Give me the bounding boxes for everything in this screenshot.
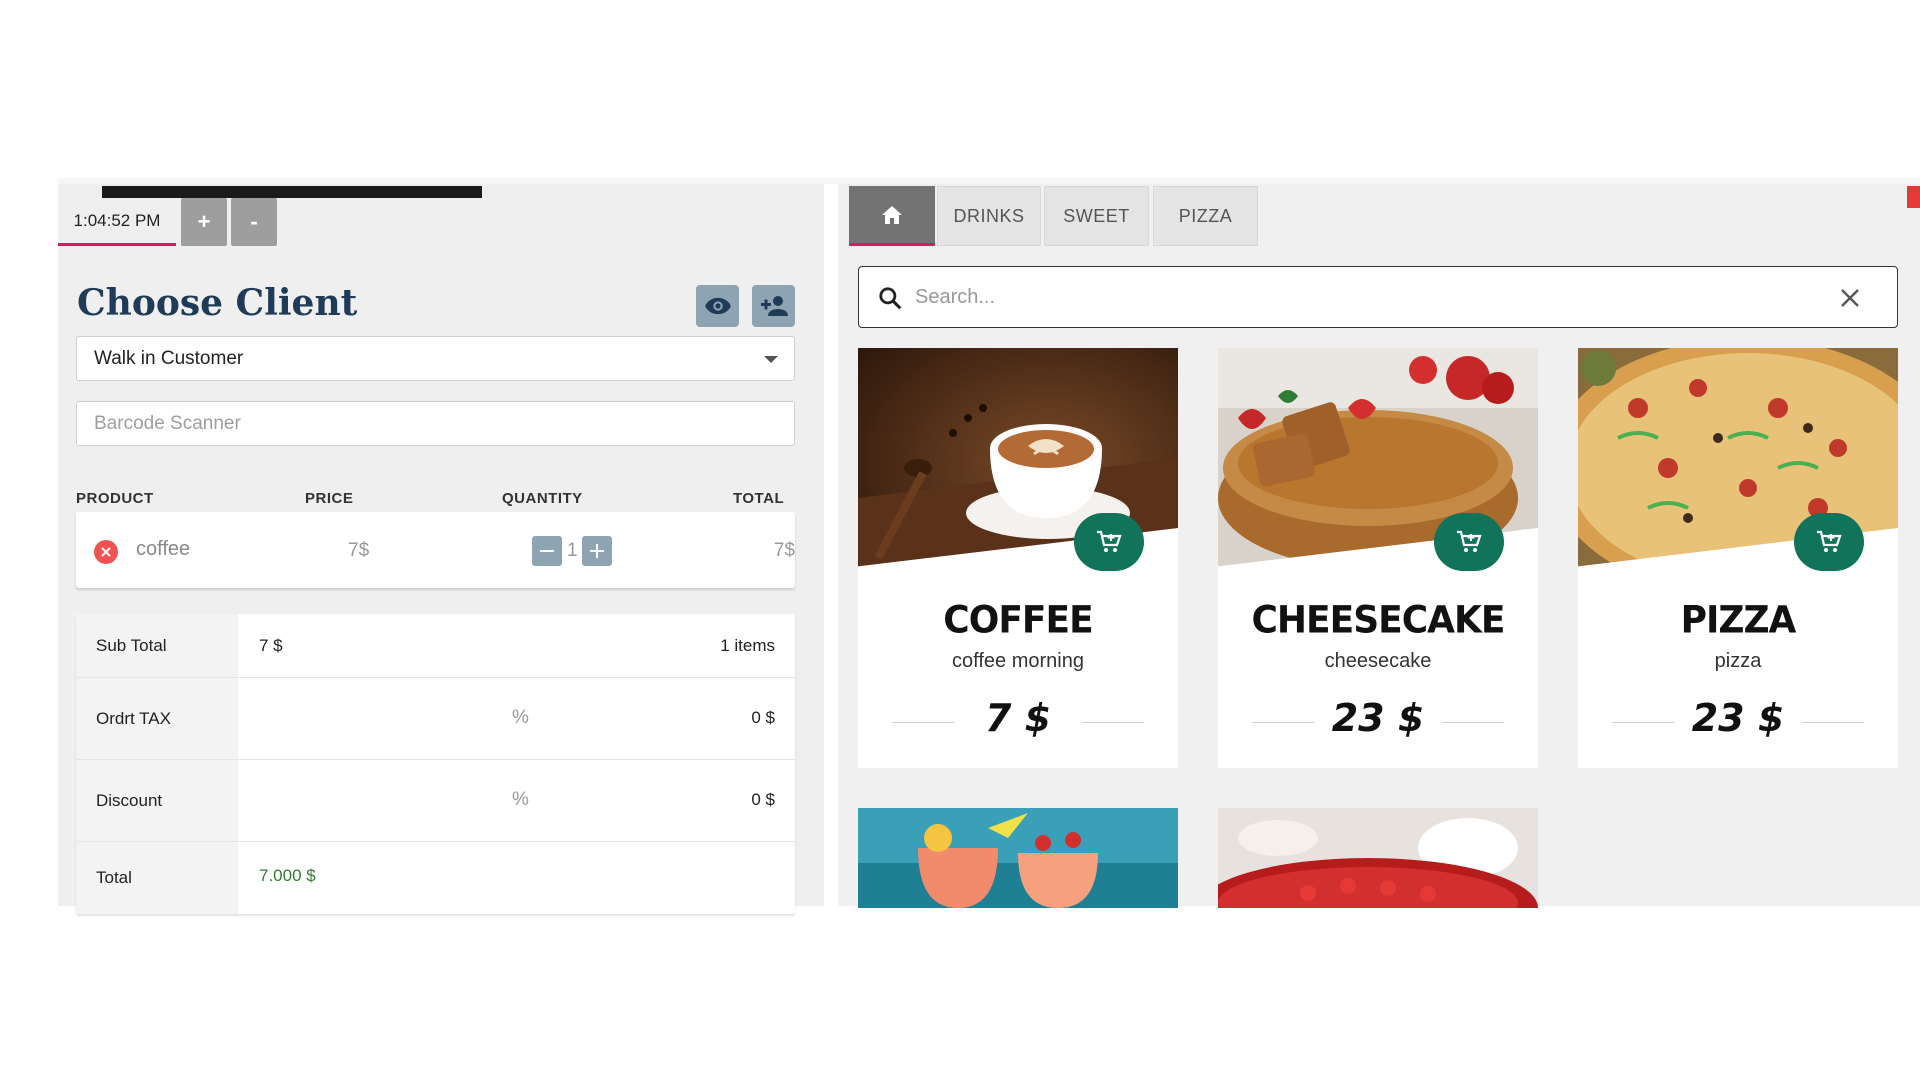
divider-line xyxy=(1442,722,1504,723)
remove-item-button[interactable] xyxy=(94,540,118,564)
page-title: Choose Client xyxy=(77,282,358,324)
item-name: coffee xyxy=(136,538,191,560)
add-to-cart-button[interactable] xyxy=(1074,513,1144,571)
total-row: Total 7.000 $ xyxy=(76,842,795,914)
eye-icon xyxy=(704,297,731,315)
chevron-down-icon xyxy=(764,356,778,363)
product-image-strawberry-cake xyxy=(1218,808,1538,908)
add-to-cart-button[interactable] xyxy=(1794,513,1864,571)
tax-label: Ordrt TAX xyxy=(76,678,238,759)
view-client-button[interactable] xyxy=(696,285,739,327)
cart-add-icon xyxy=(1457,530,1482,552)
clear-search-icon[interactable] xyxy=(1839,287,1861,309)
close-icon xyxy=(101,547,111,557)
decrease-qty-button[interactable] xyxy=(532,536,562,566)
tab-sweet[interactable]: SWEET xyxy=(1044,186,1149,246)
clock-tab[interactable]: 1:04:52 PM xyxy=(58,198,176,246)
cart-add-icon xyxy=(1097,530,1122,552)
search-input[interactable] xyxy=(915,281,1795,313)
order-summary: Sub Total 7 $ 1 items Ordrt TAX % 0 $ Di… xyxy=(76,614,795,914)
header-bar xyxy=(102,186,482,198)
tab-home[interactable] xyxy=(849,186,935,246)
person-add-icon xyxy=(760,296,788,316)
product-card[interactable] xyxy=(858,808,1178,908)
client-select-value: Walk in Customer xyxy=(94,347,244,369)
discount-percent-input[interactable]: % xyxy=(512,789,529,811)
subtotal-value: 7 $ xyxy=(259,636,283,655)
product-card[interactable]: COFFEE coffee morning 7 $ xyxy=(858,348,1178,768)
home-icon xyxy=(882,205,902,224)
add-order-button[interactable]: + xyxy=(181,198,227,246)
minus-icon xyxy=(540,550,554,552)
product-price: 23 $ xyxy=(1331,696,1425,740)
add-client-button[interactable] xyxy=(752,285,795,327)
col-total: TOTAL xyxy=(733,490,785,507)
tax-value: 0 $ xyxy=(751,708,775,727)
tax-row: Ordrt TAX % 0 $ xyxy=(76,678,795,760)
divider-line xyxy=(1082,722,1144,723)
total-label: Total xyxy=(76,842,238,914)
col-product: PRODUCT xyxy=(76,490,154,507)
item-qty: 1 xyxy=(567,540,578,561)
discount-value: 0 $ xyxy=(751,790,775,809)
product-search xyxy=(858,266,1898,328)
panel-divider xyxy=(824,184,838,906)
search-icon xyxy=(879,287,902,310)
subtotal-label: Sub Total xyxy=(76,614,238,677)
add-to-cart-button[interactable] xyxy=(1434,513,1504,571)
product-subtitle: cheesecake xyxy=(1324,650,1432,672)
discount-row: Discount % 0 $ xyxy=(76,760,795,842)
divider-line xyxy=(1802,722,1864,723)
discount-label: Discount xyxy=(76,760,238,841)
col-quantity: QUANTITY xyxy=(502,490,583,507)
product-subtitle: coffee morning xyxy=(952,650,1084,672)
product-card[interactable] xyxy=(1218,808,1538,908)
items-count: 1 items xyxy=(720,636,775,655)
remove-order-button[interactable]: - xyxy=(231,198,277,246)
product-subtitle: pizza xyxy=(1714,650,1762,672)
product-title: CHEESECAKE xyxy=(1251,598,1505,643)
barcode-input[interactable] xyxy=(76,401,795,446)
product-title: PIZZA xyxy=(1680,598,1797,643)
product-image-drinks xyxy=(858,808,1178,908)
client-select[interactable]: Walk in Customer xyxy=(76,336,795,381)
item-total: 7$ xyxy=(773,540,795,561)
product-price: 7 $ xyxy=(984,696,1052,740)
product-price: 23 $ xyxy=(1691,696,1785,740)
increase-qty-button[interactable] xyxy=(582,536,612,566)
product-card[interactable]: CHEESECAKE cheesecake 23 $ xyxy=(1218,348,1538,768)
product-title: COFFEE xyxy=(943,598,1093,643)
corner-marker xyxy=(1907,186,1920,208)
col-price: PRICE xyxy=(305,490,354,507)
tab-pizza[interactable]: PIZZA xyxy=(1153,186,1258,246)
subtotal-row: Sub Total 7 $ 1 items xyxy=(76,614,795,678)
product-card[interactable]: PIZZA pizza 23 $ xyxy=(1578,348,1898,768)
item-price: 7$ xyxy=(348,540,370,561)
tab-drinks[interactable]: DRINKS xyxy=(937,186,1041,246)
cart-add-icon xyxy=(1817,530,1842,552)
plus-icon xyxy=(590,544,604,558)
total-value: 7.000 $ xyxy=(259,866,316,885)
table-row: coffee 7$ 1 7$ xyxy=(76,512,795,588)
tax-percent-input[interactable]: % xyxy=(512,707,529,729)
